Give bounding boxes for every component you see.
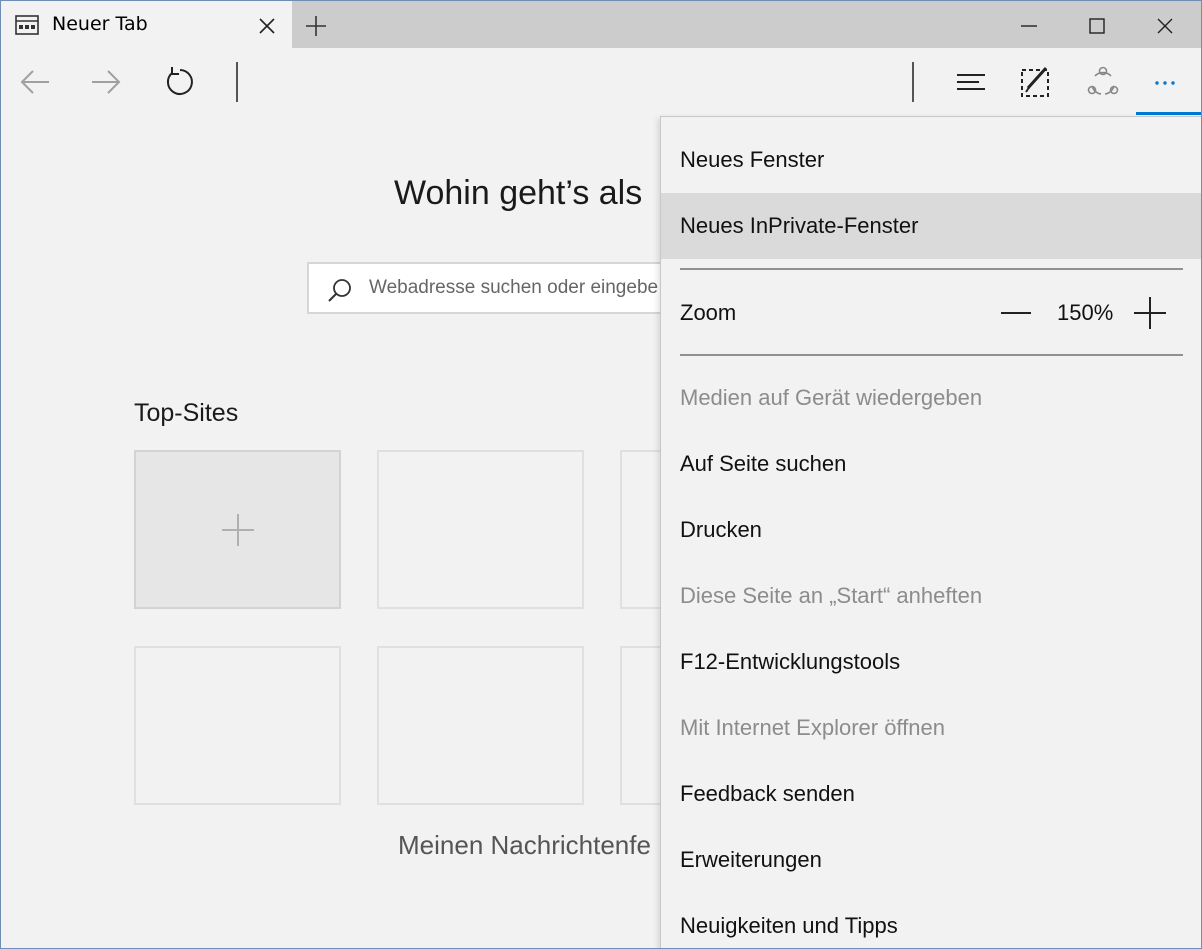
navigation-bar bbox=[1, 48, 1201, 116]
title-bar: Neuer Tab bbox=[1, 1, 1201, 48]
menu-item-print[interactable]: Drucken bbox=[661, 497, 1201, 563]
menu-separator bbox=[680, 354, 1183, 356]
search-input[interactable] bbox=[369, 264, 699, 312]
address-separator bbox=[236, 62, 238, 102]
zoom-row: Zoom 150% bbox=[661, 280, 1201, 346]
menu-item-open-with-ie[interactable]: Mit Internet Explorer öffnen bbox=[661, 695, 1201, 761]
more-button-active-indicator bbox=[1136, 112, 1201, 115]
top-sites-title: Top-Sites bbox=[134, 399, 239, 427]
forward-button[interactable] bbox=[84, 60, 128, 104]
zoom-out-button[interactable] bbox=[998, 298, 1036, 328]
maximize-button[interactable] bbox=[1064, 1, 1132, 48]
zoom-in-button[interactable] bbox=[1132, 296, 1168, 330]
menu-item-pin-to-start[interactable]: Diese Seite an „Start“ anheften bbox=[661, 563, 1201, 629]
zoom-value: 150% bbox=[1057, 300, 1114, 325]
web-note-button[interactable] bbox=[1012, 58, 1060, 106]
top-site-tile[interactable] bbox=[377, 450, 584, 609]
share-icon bbox=[1087, 66, 1119, 95]
minimize-icon bbox=[1021, 25, 1037, 27]
menu-item-cast-media[interactable]: Medien auf Gerät wiedergeben bbox=[661, 365, 1201, 431]
tab-close-icon[interactable] bbox=[257, 16, 277, 36]
web-note-icon bbox=[1021, 66, 1049, 97]
share-button[interactable] bbox=[1079, 58, 1127, 106]
new-tab-plus-icon[interactable] bbox=[303, 14, 329, 38]
back-arrow-icon bbox=[20, 70, 49, 94]
refresh-button[interactable] bbox=[157, 60, 201, 104]
menu-item-find-on-page[interactable]: Auf Seite suchen bbox=[661, 431, 1201, 497]
more-menu: Neues Fenster Neues InPrivate-Fenster Zo… bbox=[660, 116, 1201, 948]
menu-item-extensions[interactable]: Erweiterungen bbox=[661, 827, 1201, 893]
menu-separator bbox=[680, 268, 1183, 270]
menu-item-new-window[interactable]: Neues Fenster bbox=[661, 127, 1201, 193]
refresh-icon bbox=[166, 67, 193, 95]
plus-icon bbox=[221, 513, 255, 551]
close-icon bbox=[1157, 18, 1173, 34]
hub-icon bbox=[957, 74, 985, 90]
zoom-label: Zoom bbox=[680, 300, 737, 325]
top-site-tile[interactable] bbox=[377, 646, 584, 805]
search-icon bbox=[327, 277, 353, 303]
plus-icon bbox=[1134, 297, 1166, 329]
back-button[interactable] bbox=[13, 60, 57, 104]
close-button[interactable] bbox=[1132, 1, 1200, 48]
browser-window: Neuer Tab Wohin geht’s als Webadresse su… bbox=[0, 0, 1202, 949]
menu-item-developer-tools[interactable]: F12-Entwicklungstools bbox=[661, 629, 1201, 695]
news-feed-link[interactable]: Meinen Nachrichtenfe bbox=[398, 830, 651, 861]
toolbar-separator bbox=[912, 62, 914, 102]
search-box[interactable] bbox=[307, 262, 707, 314]
minimize-button[interactable] bbox=[996, 1, 1064, 48]
tab-title: Neuer Tab bbox=[52, 13, 148, 35]
menu-item-send-feedback[interactable]: Feedback senden bbox=[661, 761, 1201, 827]
more-dots-icon bbox=[1155, 81, 1175, 85]
hub-button[interactable] bbox=[947, 58, 995, 106]
top-site-tile[interactable] bbox=[134, 646, 341, 805]
forward-arrow-icon bbox=[92, 70, 121, 94]
menu-item-new-inprivate-window[interactable]: Neues InPrivate-Fenster bbox=[661, 193, 1201, 259]
add-top-site-tile[interactable] bbox=[134, 450, 341, 609]
tab-neuer-tab[interactable]: Neuer Tab bbox=[1, 1, 292, 48]
menu-item-whats-new-and-tips[interactable]: Neuigkeiten und Tipps bbox=[661, 893, 1201, 948]
maximize-icon bbox=[1089, 18, 1105, 34]
tab-page-icon bbox=[15, 15, 39, 35]
page-heading: Wohin geht’s als bbox=[394, 174, 643, 212]
minus-icon bbox=[1001, 312, 1031, 314]
more-button[interactable] bbox=[1137, 58, 1201, 106]
